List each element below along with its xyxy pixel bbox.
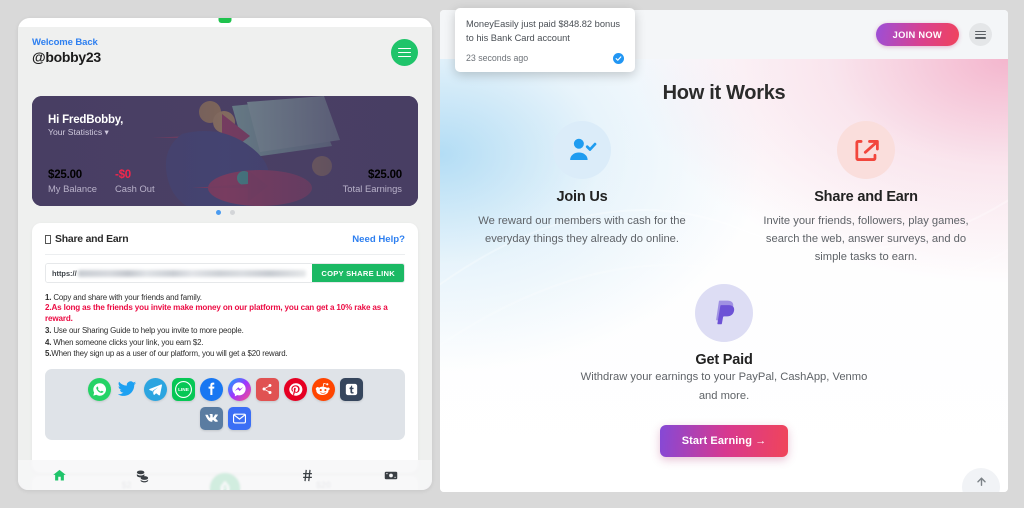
card-title: Join Us — [556, 189, 608, 205]
hero-greeting: Hi FredBobby, — [48, 114, 124, 126]
hamburger-icon[interactable] — [391, 39, 418, 66]
hamburger-bars — [398, 47, 411, 58]
nav-home[interactable] — [18, 468, 101, 483]
toast-message: MoneyEasily just paid $848.82 bonus to h… — [466, 19, 621, 44]
social-row-secondary — [55, 406, 395, 430]
welcome-label: Welcome Back — [32, 37, 98, 48]
home-icon — [53, 469, 66, 480]
step-text: As long as the friends you invite make m… — [45, 303, 388, 324]
tumblr-icon[interactable] — [339, 377, 363, 401]
nav-wallet[interactable] — [349, 468, 432, 483]
line-icon[interactable]: LINE — [171, 377, 195, 401]
money-bag-icon — [217, 468, 232, 483]
share-divider — [45, 254, 405, 255]
payout-notification-toast[interactable]: MoneyEasily just paid $848.82 bonus to h… — [455, 8, 635, 72]
need-help-link[interactable]: Need Help? — [352, 234, 405, 245]
username-label: @bobby23 — [32, 49, 101, 65]
share-link-input[interactable]: https:// — [46, 264, 313, 282]
how-it-works-section: How it Works Join Us We reward our membe… — [440, 59, 1008, 492]
app-header: Welcome Back @bobby23 — [18, 27, 432, 85]
card-get-paid: Get Paid Withdraw your earnings to your … — [440, 284, 1008, 404]
share-and-earn-card: Share and Earn Need Help? https:// COPY … — [32, 223, 418, 473]
facebook-icon[interactable] — [199, 377, 223, 401]
social-share-box: LINE — [45, 368, 405, 440]
your-statistics-dropdown[interactable]: Your Statistics ▾ — [48, 127, 402, 138]
stat-label: My Balance — [48, 183, 97, 194]
stat-cash-out: -$0 Cash Out — [115, 169, 155, 194]
share-step-4: 4. When someone clicks your link, you ea… — [45, 337, 405, 348]
stat-total-earnings: $25.00 Total Earnings — [342, 169, 403, 194]
nav-cashout[interactable] — [184, 468, 267, 483]
carousel-dot-2[interactable] — [229, 210, 235, 215]
share-step-3: 3. Use our Sharing Guide to help you inv… — [45, 325, 405, 336]
mobile-app-panel: Welcome Back @bobby23 Hi FredBobby, Your… — [18, 18, 432, 490]
stat-label: Cash Out — [114, 183, 155, 194]
card-share-and-earn: Share and Earn Invite your friends, foll… — [724, 121, 1008, 266]
social-row-primary: LINE — [55, 377, 395, 401]
stats-hero-card[interactable]: Hi FredBobby, Your Statistics ▾ $25.00 M… — [32, 96, 418, 206]
verified-check-icon — [613, 52, 624, 64]
messenger-icon[interactable] — [227, 377, 251, 401]
stat-value: $25.00 — [48, 169, 82, 181]
redacted-link-value — [77, 269, 307, 277]
step-text: Use our Sharing Guide to help you invite… — [51, 326, 244, 336]
share-link-row[interactable]: https:// COPY SHARE LINK — [45, 263, 405, 283]
missing-glyph-icon — [45, 235, 51, 244]
bottom-navigation — [18, 460, 432, 490]
how-it-works-cards: Join Us We reward our members with cash … — [440, 121, 1008, 405]
toast-footer: 23 seconds ago — [466, 52, 624, 64]
share-step-1: 1. Copy and share with your friends and … — [45, 292, 405, 303]
toast-timestamp: 23 seconds ago — [466, 53, 529, 64]
carousel-dots[interactable] — [18, 210, 432, 215]
phone-top-strip — [18, 18, 432, 27]
whatsapp-icon[interactable] — [87, 377, 111, 401]
user-check-icon — [553, 121, 611, 179]
share-export-icon — [837, 121, 895, 179]
hamburger-bars — [975, 30, 986, 39]
reddit-icon[interactable] — [311, 377, 335, 401]
svg-text:LINE: LINE — [178, 387, 189, 393]
screenshot-root: Welcome Back @bobby23 Hi FredBobby, Your… — [0, 0, 1024, 508]
vk-icon[interactable] — [199, 406, 223, 430]
share-card-header: Share and Earn Need Help? — [45, 234, 405, 245]
link-protocol: https:// — [52, 268, 77, 278]
paypal-icon — [695, 284, 753, 343]
stat-label: Total Earnings — [342, 183, 402, 194]
telegram-icon[interactable] — [143, 377, 167, 401]
share-steps-list: 1. Copy and share with your friends and … — [45, 292, 405, 360]
card-body: We reward our members with cash for the … — [478, 215, 686, 246]
card-body: Withdraw your earnings to your PayPal, C… — [580, 371, 868, 402]
join-now-button[interactable]: JOIN NOW — [875, 23, 959, 46]
hamburger-icon[interactable] — [969, 23, 992, 46]
share-card-title: Share and Earn — [55, 234, 129, 245]
copy-share-link-button[interactable]: COPY SHARE LINK — [312, 264, 404, 282]
share-card-title-wrap: Share and Earn — [45, 234, 129, 245]
hero-stats-row: $25.00 My Balance -$0 Cash Out $25.00 To… — [48, 169, 402, 194]
green-tab-indicator — [218, 18, 232, 23]
money-icon — [384, 471, 397, 479]
email-icon[interactable] — [227, 406, 251, 430]
stat-value: $25.00 — [368, 169, 402, 181]
card-join-us: Join Us We reward our members with cash … — [440, 121, 724, 266]
website-panel: JOIN NOW How it Works Join Us We reward … — [440, 10, 1008, 492]
arrow-up-icon — [976, 477, 986, 486]
step-text: When someone clicks your link, you earn … — [51, 337, 204, 347]
card-title: Share and Earn — [814, 189, 918, 205]
stat-my-balance: $25.00 My Balance — [48, 169, 97, 194]
hashtag-icon — [303, 469, 313, 481]
step-text: When they sign up as a user of our platf… — [51, 349, 288, 359]
card-body: Invite your friends, followers, play gam… — [763, 215, 969, 264]
twitter-icon[interactable] — [116, 378, 139, 401]
share-step-5: 5.When they sign up as a user of our pla… — [45, 348, 405, 359]
stat-value: -$0 — [114, 169, 132, 181]
share-icon[interactable] — [255, 377, 279, 401]
coins-icon — [136, 470, 148, 482]
carousel-dot-1[interactable] — [215, 210, 221, 215]
nav-earnings[interactable] — [101, 468, 184, 483]
card-title: Get Paid — [695, 352, 753, 369]
pinterest-icon[interactable] — [283, 377, 307, 401]
nav-referrals[interactable] — [266, 468, 349, 483]
step-text: Copy and share with your friends and fam… — [51, 293, 202, 302]
share-step-2: 2.As long as the friends you invite make… — [45, 303, 405, 325]
